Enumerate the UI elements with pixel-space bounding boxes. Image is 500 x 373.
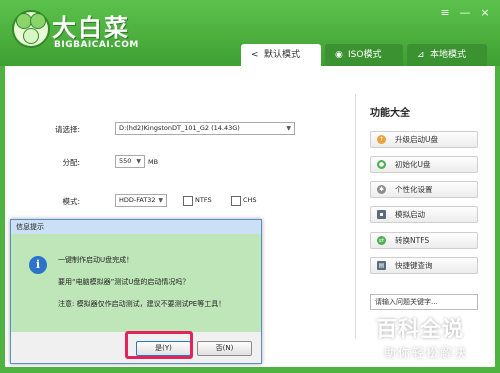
logo-subtitle: BIGBAICAI.COM [54, 40, 139, 50]
ntfs-checkbox[interactable] [183, 196, 193, 206]
dialog-title: 信息提示 [11, 220, 261, 234]
device-label: 请选择: [54, 125, 80, 134]
mode-select[interactable]: HDD-FAT32 ▼ [115, 194, 167, 207]
minimize-icon[interactable]: — [458, 6, 472, 19]
upgrade-usb-button[interactable]: ↑ 升级启动U盘 [370, 131, 478, 148]
watermark-subtitle: 助你轻松解决 [384, 346, 469, 360]
tab-iso-mode[interactable]: ◉ ISO模式 [325, 44, 403, 66]
disc-icon: ◉ [335, 50, 343, 60]
convert-ntfs-button[interactable]: ⇄ 转换NTFS [370, 232, 478, 249]
sidebar-divider [355, 94, 356, 339]
device-select[interactable]: D:(hd2)KingstonDT_101_G2 (14.43G) ▼ [115, 122, 295, 135]
menu-icon[interactable]: ≡ [438, 6, 452, 19]
dialog-body: i 一键制作启动U盘完成！ 要用“电脑模拟器”测试U盘的启动情况吗？ 注意: 模… [11, 234, 261, 332]
convert-icon: ⇄ [377, 236, 386, 245]
alloc-select[interactable]: 550 ▼ [115, 155, 145, 168]
app-header: 大白菜 BIGBAICAI.COM ≡ — × < 默认模式 ◉ ISO模式 ⊿ 本地… [0, 0, 500, 66]
signal-icon: ⊿ [417, 50, 425, 60]
personalize-button[interactable]: ✱ 个性化设置 [370, 181, 478, 198]
dialog-line-1: 一键制作启动U盘完成！ [58, 256, 134, 264]
share-icon: < [251, 50, 259, 60]
tab-local-mode[interactable]: ⊿ 本地模式 [407, 44, 487, 66]
no-button[interactable]: 否(N) [197, 341, 252, 356]
tab-default-mode[interactable]: < 默认模式 [241, 44, 321, 66]
mode-label: 模式: [62, 197, 80, 206]
chevron-down-icon: ▼ [136, 158, 141, 165]
info-icon: i [29, 256, 47, 274]
monitor-icon: ▪ [377, 210, 386, 219]
upgrade-icon: ↑ [377, 135, 386, 144]
chs-label: CHS [243, 196, 257, 204]
sidebar-title: 功能大全 [370, 108, 410, 119]
hotkey-query-button[interactable]: ▤ 快捷键查询 [370, 257, 478, 274]
dialog-line-2: 要用“电脑模拟器”测试U盘的启动情况吗？ [58, 278, 190, 286]
chevron-down-icon: ▼ [158, 197, 163, 204]
ntfs-label: NTFS [195, 196, 212, 204]
keyboard-icon: ▤ [377, 261, 386, 270]
alloc-label: 分配: [62, 158, 80, 167]
search-input[interactable]: 请输入问题关键字... [370, 294, 478, 310]
close-icon[interactable]: × [478, 6, 492, 19]
init-usb-button[interactable]: ● 初始化U盘 [370, 156, 478, 173]
alloc-unit: MB [148, 158, 159, 166]
gear-icon: ✱ [377, 185, 386, 194]
watermark-title: 百科全说 [376, 317, 464, 341]
init-icon: ● [377, 160, 386, 169]
simulate-boot-button[interactable]: ▪ 模拟启动 [370, 206, 478, 223]
chs-checkbox[interactable] [231, 196, 241, 206]
logo-cabbage-icon [12, 10, 50, 48]
dialog-line-3: 注意: 模拟器仅作启动测试，建议不要测试PE等工具！ [58, 300, 226, 308]
highlight-box [125, 331, 193, 359]
chevron-down-icon: ▼ [286, 125, 291, 132]
logo-title: 大白菜 [52, 14, 130, 42]
